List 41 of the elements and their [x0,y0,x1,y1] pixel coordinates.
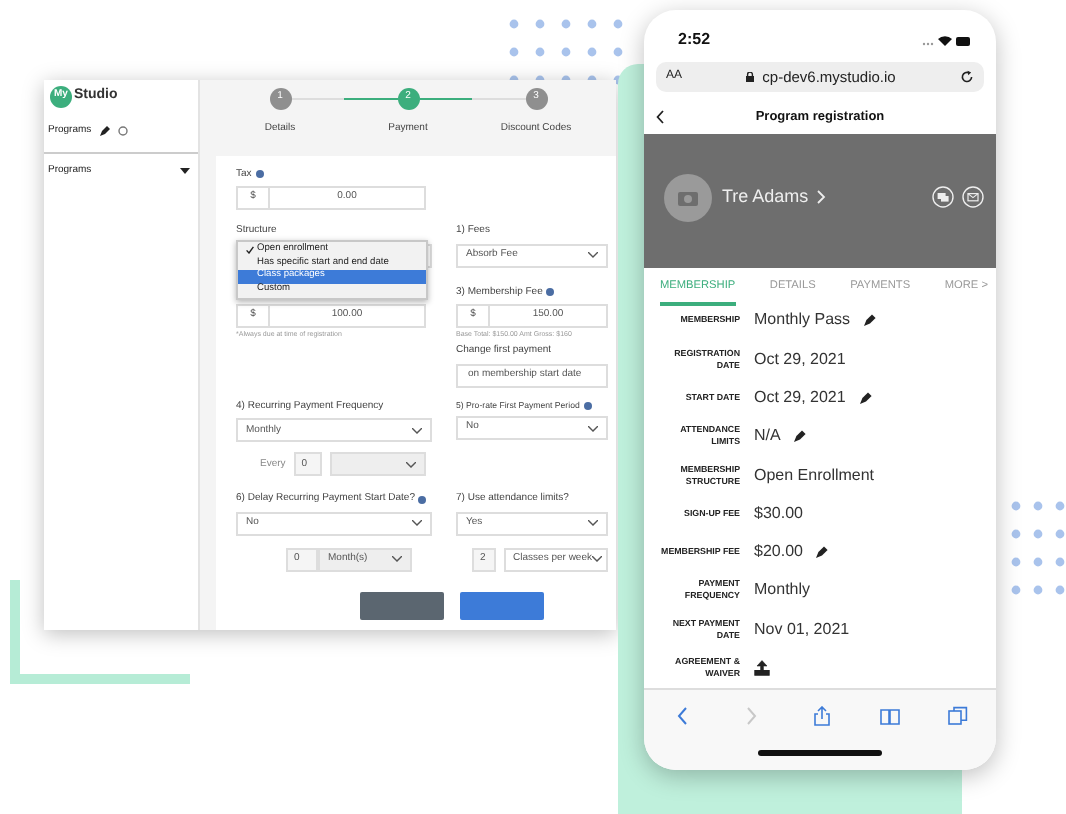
edit-icon[interactable] [859,391,872,404]
caret-icon [392,556,402,563]
back-icon[interactable] [656,110,664,124]
caret-icon [412,520,422,527]
clock: 2:52 [678,28,711,52]
form-button[interactable] [360,591,444,620]
edit-icon[interactable] [864,314,877,327]
chat-icon[interactable] [932,186,954,208]
reload-icon[interactable] [960,70,974,84]
caret-icon [180,167,190,174]
mail-icon[interactable] [962,186,984,208]
field-value: Oct 29, 2021 [754,385,846,410]
select-field[interactable] [329,452,426,477]
field-value: $30.00 [754,501,803,526]
field-value: Oct 29, 2021 [754,347,846,372]
share-icon[interactable] [812,705,832,725]
chevron-icon [816,190,827,204]
caret-icon [588,252,598,258]
field-value: Nov 01, 2021 [754,617,850,642]
caret-icon [405,461,416,468]
upload-icon[interactable] [754,659,770,676]
edit-icon[interactable] [816,546,829,559]
field-value: Open Enrollment [754,463,875,488]
home-indicator [758,750,882,756]
book-icon[interactable] [880,705,900,725]
tabs-icon[interactable] [948,705,968,725]
field-value: N/A [754,424,781,449]
caret-icon [412,427,422,434]
pencil-icon [99,126,110,137]
caret-icon [592,556,602,563]
status-icons [920,33,972,47]
field-value: Monthly Pass [754,308,851,333]
dot-grid [1010,500,1066,600]
lock-icon [746,72,755,82]
member-name[interactable]: Tre Adams [722,183,809,211]
edit-icon[interactable] [794,430,807,443]
form-button[interactable] [460,591,544,620]
field-value: $20.00 [754,540,803,565]
caret-icon [588,520,598,527]
field-value: Monthly [754,578,811,603]
caret-icon [588,425,598,432]
